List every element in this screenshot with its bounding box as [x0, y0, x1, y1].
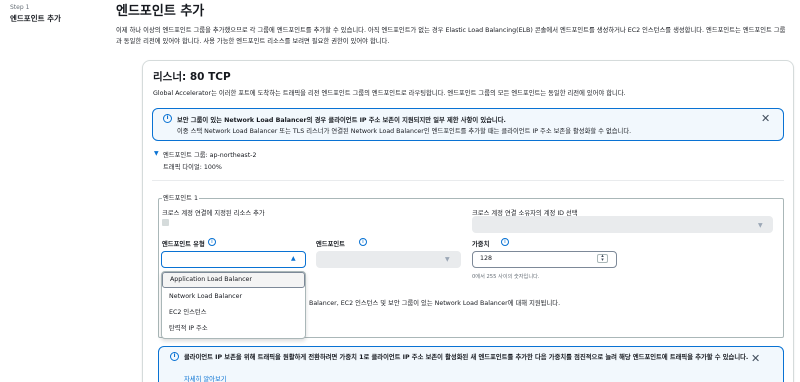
- endpoint-legend: 엔드포인트 1: [162, 193, 199, 202]
- endpoint-type-select[interactable]: [161, 251, 306, 268]
- divider: [152, 180, 784, 181]
- caret-down-icon: ▼: [445, 256, 450, 263]
- alert-body: 이중 스택 Network Load Balancer 또는 TLS 리스너가 …: [177, 128, 632, 135]
- info-icon: i: [163, 114, 172, 123]
- info-icon[interactable]: i: [501, 238, 509, 246]
- listener-description: Global Accelerator는 이러한 포트에 도착하는 트래픽을 리전…: [153, 90, 626, 97]
- dropdown-option[interactable]: Network Load Balancer: [162, 289, 305, 305]
- weight-value: 128: [480, 255, 493, 262]
- caret-down-icon: ▼: [758, 222, 763, 229]
- endpoint-select: [316, 251, 461, 268]
- endpoint-group-toggle[interactable]: 엔드포인트 그룹: ap-northeast-2: [163, 150, 256, 159]
- page-description: 이제 하나 이상의 엔드포인트 그룹을 추가했으므로 각 그룹에 엔드포인트를 …: [116, 27, 786, 45]
- weight-input[interactable]: [472, 251, 617, 268]
- dropdown-option[interactable]: Application Load Balancer: [162, 272, 305, 288]
- endpoint-label: 엔드포인트: [316, 241, 345, 248]
- info-icon: i: [170, 352, 179, 361]
- caret-up-icon[interactable]: ▲: [291, 255, 296, 262]
- support-text: Balancer, EC2 인스턴스 및 보안 그룹이 있는 Network L…: [309, 300, 561, 307]
- cross-account-label: 크로스 계정 연결에 지정된 리소스 추가: [162, 210, 265, 217]
- close-icon[interactable]: ✕: [761, 112, 770, 125]
- alert-title: 보안 그룹이 있는 Network Load Balancer의 경우 클라이언…: [177, 117, 506, 124]
- info-icon[interactable]: i: [359, 238, 367, 246]
- traffic-dial: 트래픽 다이얼: 100%: [163, 164, 222, 171]
- step-label: Step 1: [10, 4, 30, 11]
- dropdown-option[interactable]: EC2 인스턴스: [162, 305, 305, 321]
- dropdown-option[interactable]: 탄력적 IP 주소: [162, 321, 305, 337]
- close-icon[interactable]: ✕: [751, 352, 760, 365]
- ip-preservation-alert: [152, 108, 784, 141]
- listener-title: 리스너: 80 TCP: [153, 71, 231, 83]
- cross-account-checkbox[interactable]: [162, 219, 169, 226]
- alert-text: 클라이언트 IP 보존을 위해 트래픽을 원활하게 전환하려면 가중치 1로 클…: [184, 354, 749, 361]
- learn-more-link[interactable]: 자세히 알아보기: [184, 374, 227, 382]
- step-title[interactable]: 엔드포인트 추가: [10, 13, 61, 24]
- weight-help: 0에서 255 사이의 숫자입니다.: [472, 274, 540, 280]
- cross-account-owner-select: [472, 216, 773, 233]
- caret-down-icon[interactable]: ▼: [154, 150, 159, 157]
- page-title: 엔드포인트 추가: [116, 4, 205, 19]
- weight-label: 가중치: [472, 241, 490, 248]
- traffic-shift-alert: [158, 346, 784, 382]
- endpoint-type-label: 엔드포인트 유형: [162, 241, 205, 248]
- info-icon[interactable]: i: [208, 238, 216, 246]
- stepper-icon[interactable]: ▴ ▾: [597, 254, 608, 263]
